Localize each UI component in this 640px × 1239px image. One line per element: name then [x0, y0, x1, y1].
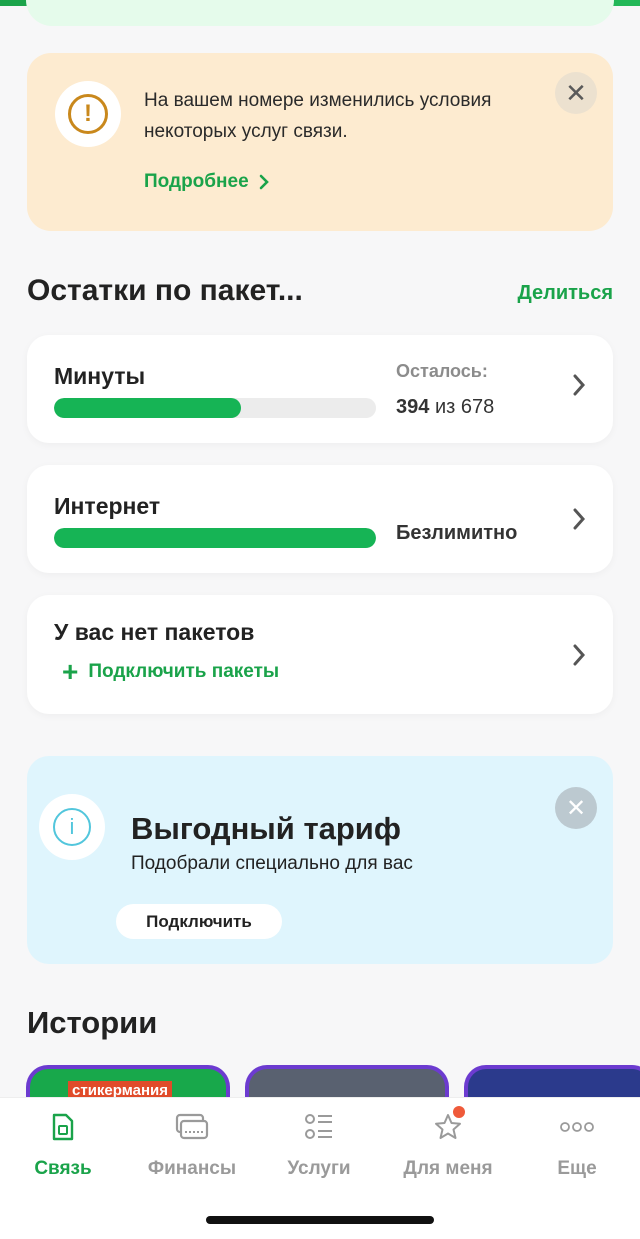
close-icon: ✕	[565, 77, 587, 108]
internet-package-card[interactable]: Интернет Безлимитно	[27, 465, 613, 573]
connect-packages-link[interactable]: + Подключить пакеты	[62, 656, 280, 687]
sim-card-icon	[8, 1110, 118, 1144]
tab-finance[interactable]: Финансы	[137, 1110, 247, 1180]
minutes-remaining: 394	[396, 396, 430, 418]
tab-label: Связь	[34, 1158, 92, 1179]
tab-label: Еще	[557, 1158, 597, 1179]
tab-services[interactable]: Услуги	[264, 1110, 374, 1180]
minutes-progress-fill	[54, 398, 241, 418]
connect-packages-label: Подключить пакеты	[88, 661, 280, 682]
share-button[interactable]: Делиться	[518, 282, 614, 305]
minutes-progress-bar	[54, 398, 376, 418]
promo-close-button[interactable]: ✕	[555, 787, 597, 829]
stories-title: Истории	[27, 1005, 158, 1040]
no-packages-card[interactable]: У вас нет пакетов + Подключить пакеты	[27, 595, 613, 714]
services-list-icon	[264, 1110, 374, 1144]
wallet-icon	[137, 1110, 247, 1144]
warning-icon: !	[55, 81, 121, 147]
close-icon: ✕	[565, 794, 587, 822]
previous-card-edge	[26, 0, 614, 26]
promo-connect-button[interactable]: Подключить	[116, 904, 282, 939]
promo-subtitle: Подобрали специально для вас	[131, 853, 413, 874]
tab-label: Услуги	[287, 1158, 351, 1179]
chevron-right-icon	[572, 505, 586, 539]
notice-close-button[interactable]: ✕	[555, 72, 597, 114]
service-change-notice: ! На вашем номере изменились условия нек…	[27, 53, 613, 231]
minutes-remain-label: Осталось:	[396, 361, 488, 381]
notice-more-label: Подробнее	[144, 171, 249, 192]
minutes-of-word: из	[434, 396, 456, 418]
minutes-package-card[interactable]: Минуты Осталось: 394 из 678	[27, 335, 613, 443]
chevron-right-icon	[572, 641, 586, 675]
packages-title: Остатки по пакет...	[27, 274, 303, 307]
tariff-promo-card: i Выгодный тариф Подобрали специально дл…	[27, 756, 613, 964]
minutes-remain-value: 394 из 678	[396, 396, 494, 419]
notice-more-link[interactable]: Подробнее	[144, 171, 269, 193]
no-packages-label: У вас нет пакетов	[54, 619, 255, 645]
minutes-label: Минуты	[54, 363, 146, 389]
more-dots-icon	[522, 1110, 632, 1144]
tab-label: Финансы	[147, 1158, 237, 1179]
star-icon	[393, 1110, 503, 1144]
internet-label: Интернет	[54, 493, 161, 519]
home-indicator	[206, 1216, 434, 1224]
promo-title: Выгодный тариф	[131, 811, 401, 846]
info-icon: i	[39, 794, 105, 860]
plus-icon: +	[62, 656, 79, 687]
internet-progress-fill	[54, 528, 376, 548]
minutes-total: 678	[460, 396, 495, 418]
tab-label: Для меня	[403, 1158, 493, 1179]
chevron-right-icon	[259, 174, 269, 190]
tab-svyaz[interactable]: Связь	[8, 1110, 118, 1180]
internet-status: Безлимитно	[396, 522, 518, 544]
notice-text: На вашем номере изменились условия некот…	[144, 90, 492, 142]
tab-for-me[interactable]: Для меня	[393, 1106, 503, 1180]
chevron-right-icon	[572, 371, 586, 405]
tab-more[interactable]: Еще	[522, 1110, 632, 1180]
internet-progress-bar	[54, 528, 376, 548]
notification-badge	[453, 1106, 465, 1118]
